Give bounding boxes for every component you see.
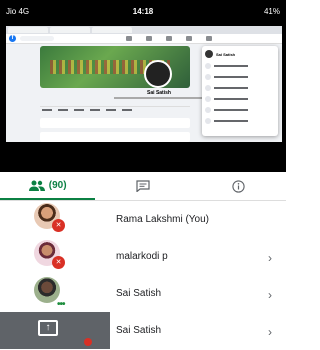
profile-picture <box>144 60 172 88</box>
intro-card <box>40 132 190 142</box>
meeting-tabs: (90) <box>0 172 286 200</box>
post-composer <box>40 118 190 128</box>
people-icon <box>28 180 45 191</box>
browser-tab-strip <box>6 26 282 34</box>
mic-off-icon: ✕ <box>52 219 65 232</box>
chevron-right-icon[interactable]: › <box>268 325 272 339</box>
facebook-logo-icon: f <box>9 35 16 42</box>
participant-name: malarkodi p <box>116 251 168 262</box>
participant-row[interactable]: ↑ Sai Satish › <box>0 312 286 349</box>
profile-tabs <box>40 106 190 114</box>
participant-row[interactable]: ✕ Rama Lakshmi (You) <box>0 201 286 238</box>
status-bar: Jio 4G 14:18 41% <box>0 0 286 22</box>
dropdown-avatar <box>205 50 213 58</box>
present-screen-icon: ↑ <box>38 320 58 336</box>
battery-level: 41% <box>263 6 280 16</box>
dropdown-name: Sai Satish <box>216 51 236 57</box>
facebook-header: f <box>6 34 282 44</box>
tab-info[interactable] <box>191 172 286 200</box>
chevron-right-icon[interactable]: › <box>268 288 272 302</box>
shared-screen-view[interactable]: f Sai Satish Sai Satish <box>0 22 286 172</box>
facebook-search-input <box>20 36 54 41</box>
participant-row[interactable]: ✕ malarkodi p › <box>0 238 286 275</box>
info-icon <box>232 179 245 193</box>
mic-off-icon: ✕ <box>52 256 65 269</box>
people-count: (90) <box>48 179 67 191</box>
chevron-right-icon[interactable]: › <box>268 251 272 265</box>
chat-icon <box>136 180 150 192</box>
participant-row[interactable]: ••• Sai Satish › <box>0 275 286 312</box>
tab-chat[interactable] <box>95 172 190 200</box>
participant-name: Rama Lakshmi (You) <box>116 214 210 225</box>
clock: 14:18 <box>132 6 154 16</box>
carrier-label: Jio 4G <box>6 6 30 16</box>
account-dropdown: Sai Satish <box>202 46 278 136</box>
mic-off-icon <box>84 338 92 346</box>
participant-name: Sai Satish <box>116 325 162 336</box>
profile-subtitle <box>114 97 204 99</box>
participant-list: ✕ Rama Lakshmi (You) ✕ malarkodi p › •••… <box>0 201 286 350</box>
participant-name: Sai Satish <box>116 288 162 299</box>
profile-name: Sai Satish <box>147 90 171 96</box>
speaking-indicator-icon: ••• <box>57 299 65 310</box>
facebook-nav-icons <box>58 36 279 41</box>
tab-people[interactable]: (90) <box>0 172 96 200</box>
shared-screen-content: f Sai Satish Sai Satish <box>6 26 282 142</box>
